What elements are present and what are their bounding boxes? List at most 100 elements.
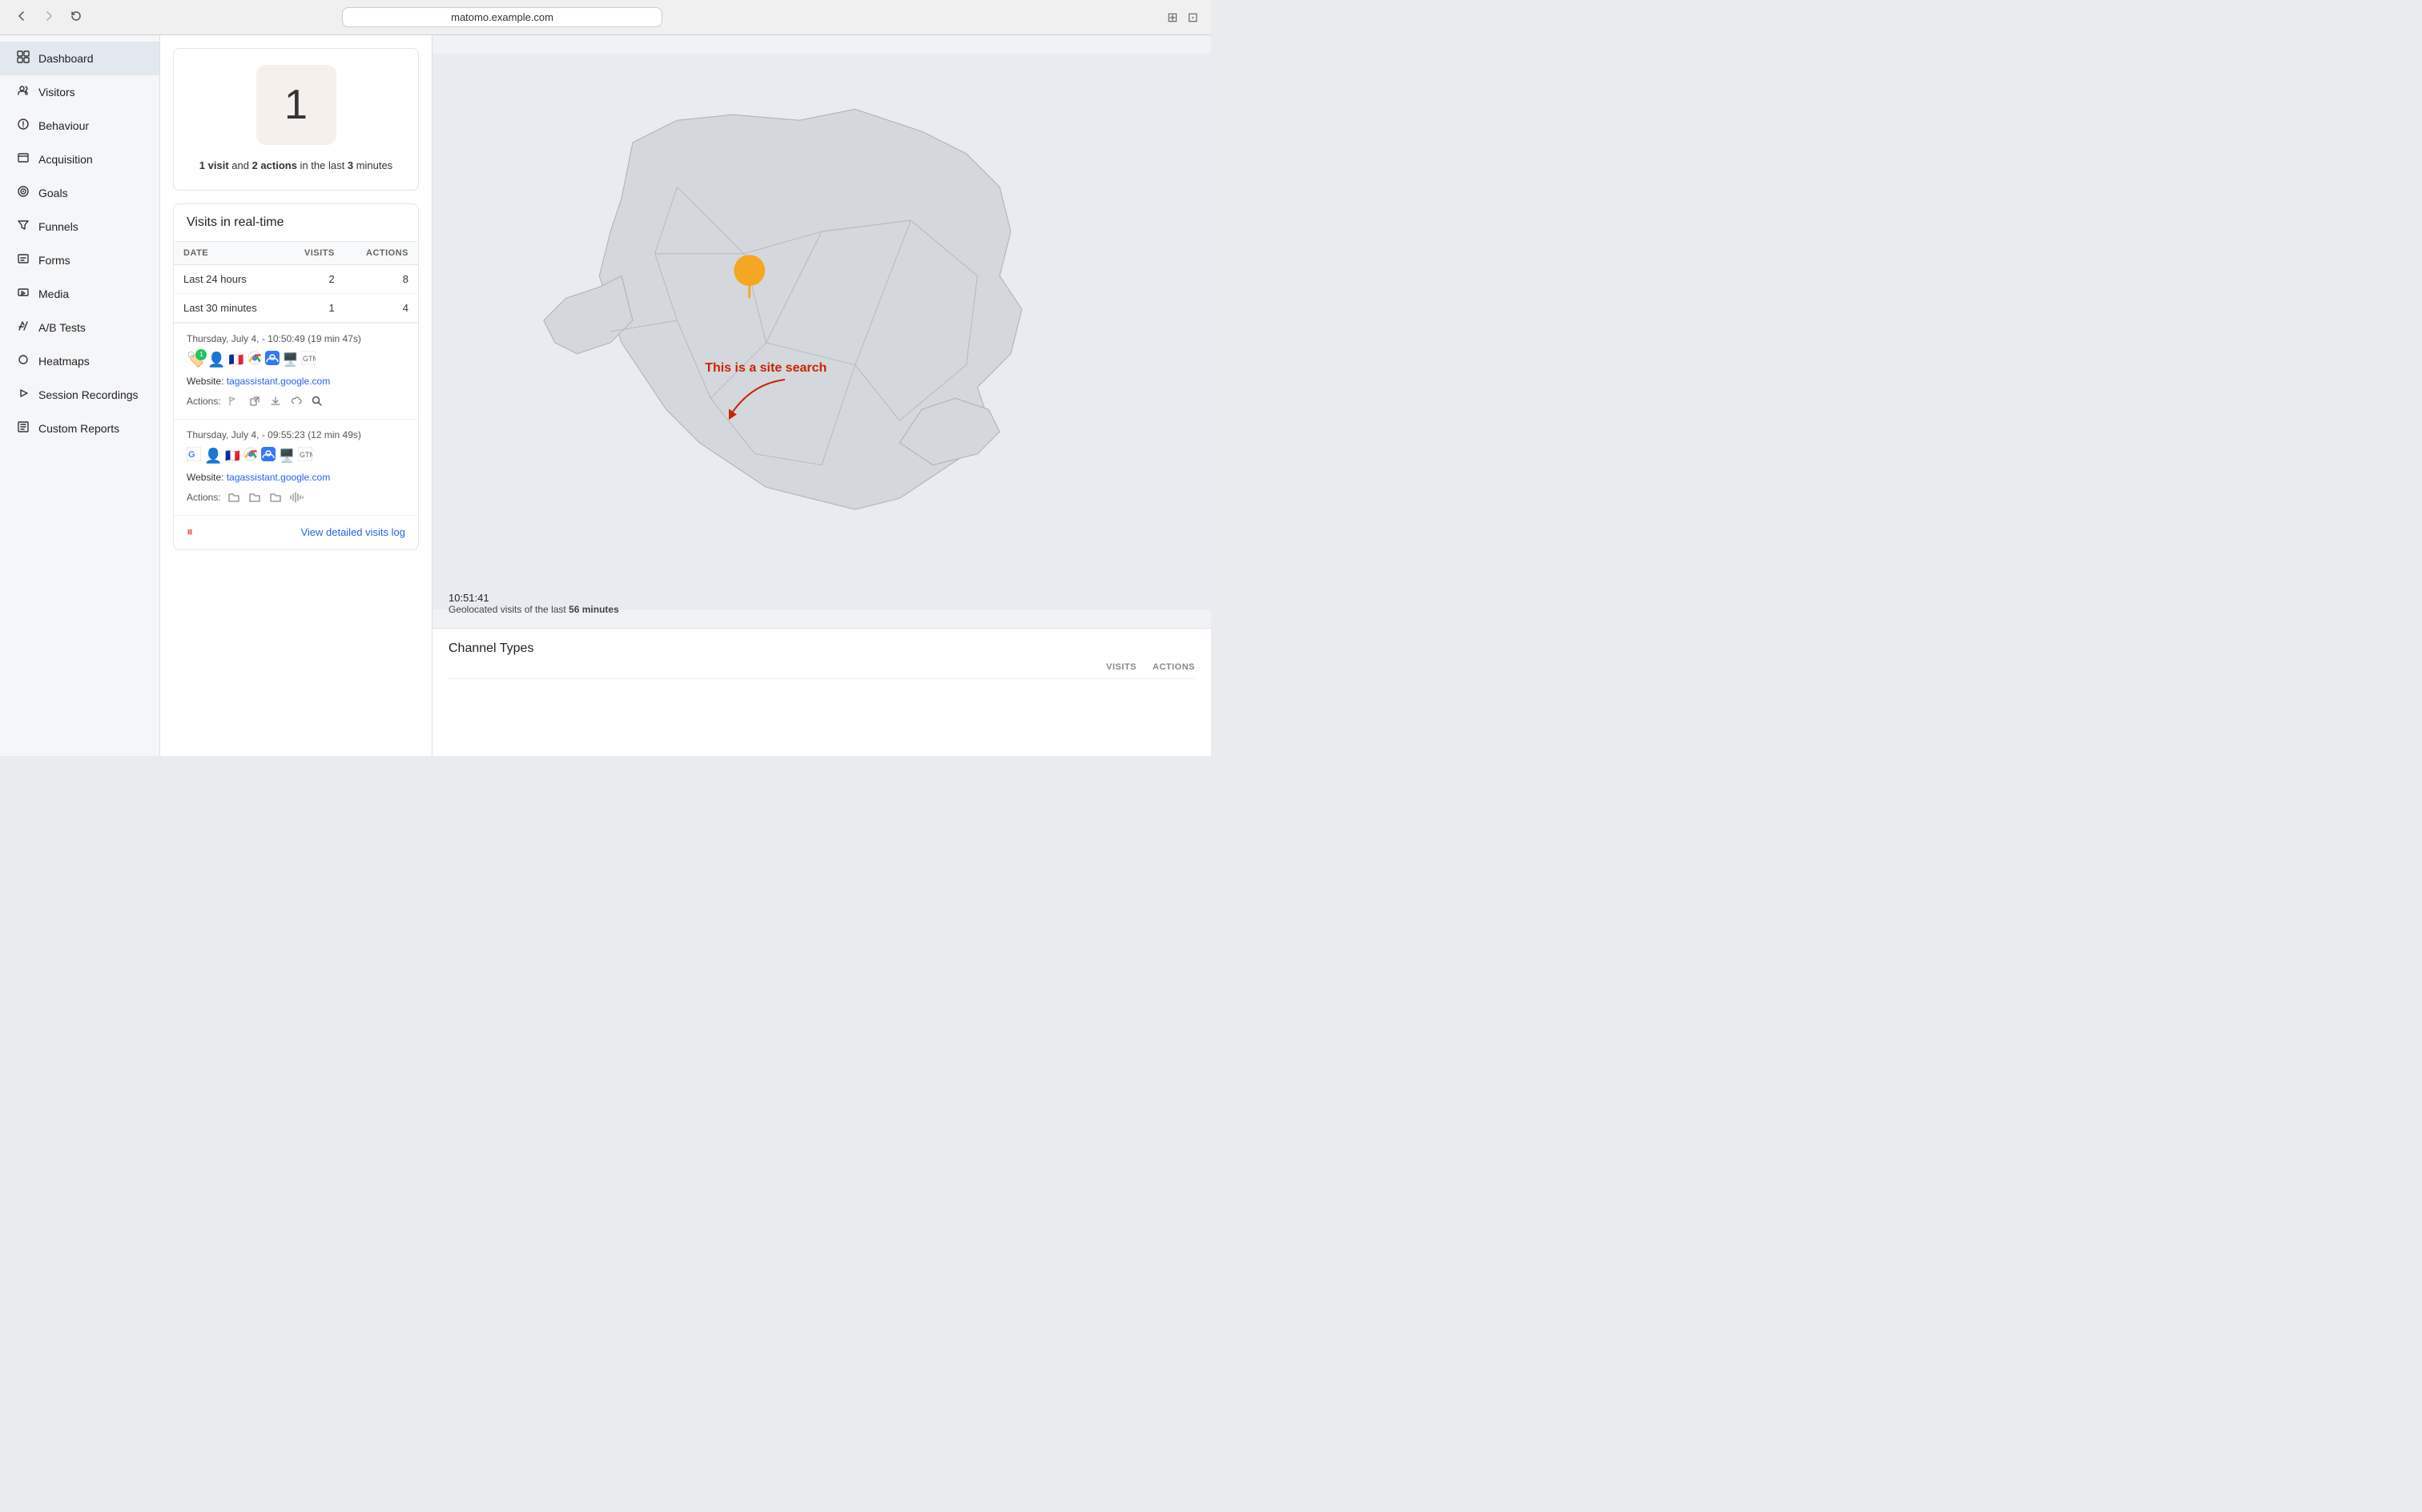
actions-row: Actions: [187, 393, 405, 409]
pause-button[interactable]: ⏸ [187, 525, 193, 540]
map-pin [734, 255, 765, 286]
folder3-icon [268, 489, 284, 505]
sidebar-item-funnels[interactable]: Funnels [0, 210, 159, 243]
minutes-count: 3 [348, 159, 353, 171]
left-panel: 1 1 visit and 2 actions in the last 3 mi… [160, 35, 432, 756]
custom-reports-icon [16, 420, 30, 436]
sidebar-item-acquisition[interactable]: Acquisition [0, 143, 159, 176]
person-icon: 👤 [204, 448, 222, 464]
heatmaps-icon [16, 353, 30, 369]
visit-entry-1: Thursday, July 4, - 10:50:49 (19 min 47s… [174, 323, 418, 419]
download-icon [268, 393, 284, 409]
google-icon: G [187, 447, 201, 465]
search-icon [309, 393, 325, 409]
sidebar-item-label: Funnels [38, 220, 78, 233]
visitors-icon [16, 84, 30, 100]
realtime-section: Visits in real-time DATE VISITS ACTIONS … [173, 203, 419, 550]
sidebar-item-label: Session Recordings [38, 388, 139, 401]
sidebar-item-dashboard[interactable]: Dashboard [0, 42, 159, 75]
grid-icon[interactable]: ⊞ [1167, 10, 1177, 26]
funnels-icon [16, 219, 30, 235]
right-panel: This is a site search [432, 35, 1211, 756]
back-button[interactable] [13, 7, 30, 27]
forward-button[interactable] [40, 7, 58, 27]
visit-icons: G 👤 🇫🇷 🖥️ GTM [187, 447, 405, 465]
sidebar-item-ab-tests[interactable]: A/B Tests [0, 311, 159, 344]
website-link[interactable]: tagassistant.google.com [227, 472, 330, 483]
browser-chrome: matomo.example.com ⊞ ⊡ [0, 0, 1211, 35]
row-visits: 2 [285, 264, 344, 293]
main-content: 1 1 visit and 2 actions in the last 3 mi… [160, 35, 1211, 756]
goals-icon [16, 185, 30, 201]
tag-manager-icon: GTM [298, 447, 312, 465]
map-section: This is a site search [432, 35, 1211, 628]
folder-icon [226, 489, 242, 505]
dashboard-icon [16, 50, 30, 66]
tag-icon-wrapper: 🏷️ 1 [187, 352, 204, 368]
col-visits: VISITS [285, 241, 344, 264]
channel-col-name [449, 662, 1090, 672]
visit-time: Thursday, July 4, - 10:50:49 (19 min 47s… [187, 333, 405, 344]
row-label: Last 24 hours [174, 264, 285, 293]
france-map [432, 35, 1211, 628]
audio-icon [288, 489, 304, 505]
sidebar-item-label: Acquisition [38, 153, 93, 166]
tag-manager-icon: GTM [301, 351, 316, 369]
website-link[interactable]: tagassistant.google.com [227, 376, 330, 387]
sidebar-item-label: Goals [38, 187, 68, 199]
actions-label: Actions: [187, 396, 221, 407]
sidebar-item-custom-reports[interactable]: Custom Reports [0, 412, 159, 445]
channel-col-actions: ACTIONS [1153, 662, 1195, 672]
realtime-table: DATE VISITS ACTIONS Last 24 hours 2 8 La… [174, 241, 418, 323]
view-log-link[interactable]: View detailed visits log [300, 526, 405, 538]
realtime-title: Visits in real-time [174, 204, 418, 241]
forms-icon [16, 252, 30, 268]
sidebar-item-label: Media [38, 288, 69, 300]
visit-footer: ⏸ View detailed visits log [174, 515, 418, 549]
stats-description: 1 visit and 2 actions in the last 3 minu… [190, 158, 402, 174]
sidebar-item-behaviour[interactable]: Behaviour [0, 109, 159, 143]
stats-card: 1 1 visit and 2 actions in the last 3 mi… [173, 48, 419, 191]
reload-button[interactable] [67, 7, 85, 27]
sidebar-item-label: Heatmaps [38, 355, 90, 368]
sidebar-item-label: Dashboard [38, 52, 94, 65]
row-label: Last 30 minutes [174, 293, 285, 322]
col-actions: ACTIONS [344, 241, 418, 264]
behaviour-icon [16, 118, 30, 134]
acquisition-icon [16, 151, 30, 167]
sidebar-item-media[interactable]: Media [0, 277, 159, 311]
big-number: 1 [256, 65, 336, 145]
sidebar-item-forms[interactable]: Forms [0, 243, 159, 277]
map-container: This is a site search [432, 35, 1211, 628]
sidebar: Dashboard Visitors Behaviour Acquisition… [0, 35, 160, 756]
channel-col-visits: VISITS [1106, 662, 1137, 672]
map-timestamp: 10:51:41 Geolocated visits of the last 5… [449, 592, 619, 615]
sidebar-item-heatmaps[interactable]: Heatmaps [0, 344, 159, 378]
cloud-icon [288, 393, 304, 409]
actions-label: Actions: [187, 492, 221, 503]
split-view-icon[interactable]: ⊡ [1188, 10, 1198, 26]
flag-fr-icon: 🇫🇷 [225, 448, 240, 463]
svg-text:GTM: GTM [300, 451, 312, 459]
geo-label: Geolocated visits of the last 56 minutes [449, 604, 619, 615]
green-badge: 1 [195, 349, 207, 360]
actions-row-2: Actions: [187, 489, 405, 505]
sidebar-item-label: Behaviour [38, 119, 89, 132]
visit-time: Thursday, July 4, - 09:55:23 (12 min 49s… [187, 429, 405, 440]
address-bar[interactable]: matomo.example.com [342, 7, 662, 27]
sidebar-item-visitors[interactable]: Visitors [0, 75, 159, 109]
svg-text:GTM: GTM [303, 355, 316, 363]
channel-title: Channel Types [449, 641, 1195, 656]
channel-section: Channel Types VISITS ACTIONS [432, 628, 1211, 756]
folder2-icon [247, 489, 263, 505]
media-icon [16, 286, 30, 302]
sidebar-item-session-recordings[interactable]: Session Recordings [0, 378, 159, 412]
sidebar-item-goals[interactable]: Goals [0, 176, 159, 210]
chrome-icon [243, 447, 258, 465]
person-icon: 👤 [207, 352, 225, 368]
row-actions: 8 [344, 264, 418, 293]
finder-icon [265, 351, 280, 369]
visit-entry-2: Thursday, July 4, - 09:55:23 (12 min 49s… [174, 419, 418, 515]
visit-count: 1 visit [199, 159, 229, 171]
sidebar-item-label: Custom Reports [38, 422, 119, 435]
